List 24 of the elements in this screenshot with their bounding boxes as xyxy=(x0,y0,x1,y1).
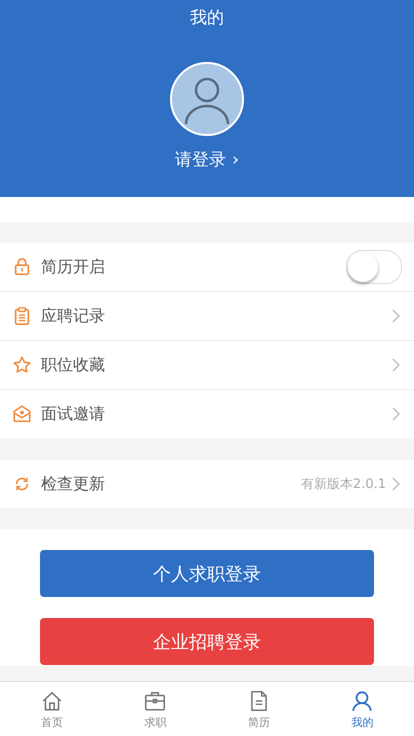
version-text: 有新版本2.0.1 xyxy=(300,476,386,493)
menu-item[interactable]: 简历开启 xyxy=(0,243,414,292)
envelope-icon xyxy=(12,404,32,424)
star-icon xyxy=(12,355,32,375)
menu-item[interactable]: 职位收藏 xyxy=(0,341,414,390)
chevron-icon xyxy=(392,477,400,491)
menu-item[interactable]: 面试邀请 xyxy=(0,390,414,438)
tab[interactable]: 首页 xyxy=(0,682,104,736)
lock-icon xyxy=(12,257,32,277)
login-button[interactable]: 个人求职登录 xyxy=(40,550,374,597)
clipboard-icon xyxy=(12,306,32,326)
tab[interactable]: 我的 xyxy=(310,682,414,736)
chevron-icon xyxy=(392,358,400,372)
page-title: 我的 xyxy=(190,8,224,28)
tab[interactable]: 简历 xyxy=(207,682,310,736)
menu-item[interactable]: 应聘记录 xyxy=(0,292,414,341)
login-link[interactable]: 请登录 › xyxy=(175,148,239,171)
chevron-icon xyxy=(392,309,400,323)
person-icon xyxy=(350,688,374,712)
toggle-switch[interactable] xyxy=(346,250,402,284)
tab[interactable]: 求职 xyxy=(104,682,207,736)
login-button[interactable]: 企业招聘登录 xyxy=(40,618,374,665)
chevron-icon xyxy=(392,407,400,421)
menu-item[interactable]: 检查更新 有新版本2.0.1 xyxy=(0,460,414,508)
